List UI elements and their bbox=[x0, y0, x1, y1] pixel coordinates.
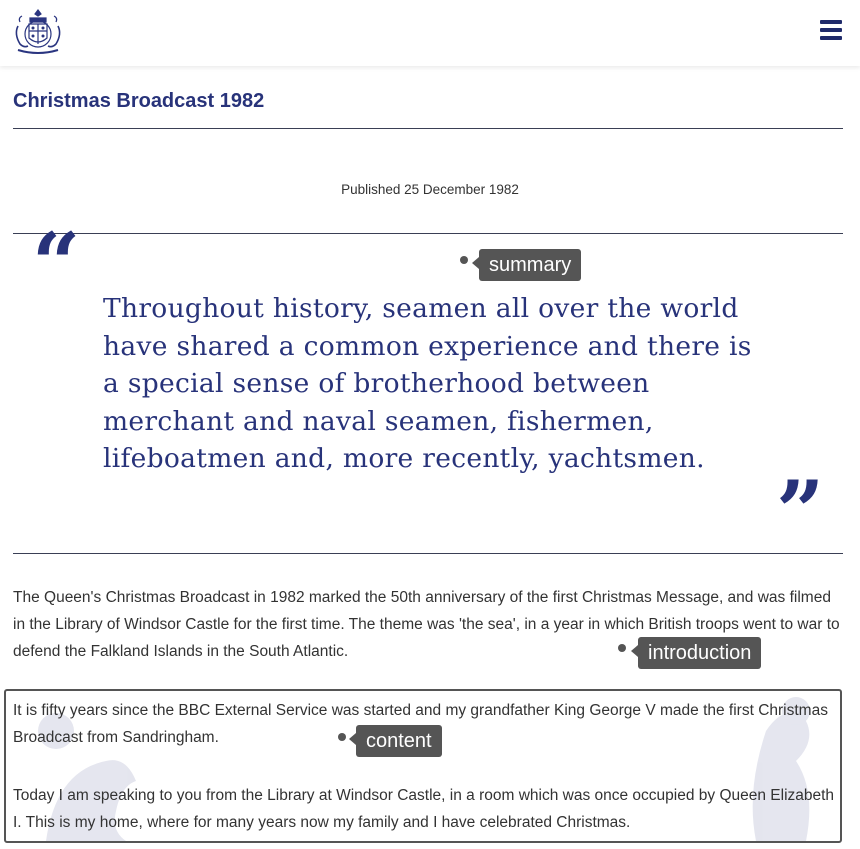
quote-top-divider bbox=[13, 233, 843, 234]
page-title: Christmas Broadcast 1982 bbox=[13, 90, 265, 112]
pull-quote: Throughout history, seamen all over the … bbox=[103, 293, 752, 475]
content-paragraph: Today I am speaking to you from the Libr… bbox=[13, 787, 835, 831]
title-divider bbox=[13, 128, 843, 129]
content-tag: content bbox=[349, 725, 442, 757]
quote-bottom-divider bbox=[13, 553, 843, 554]
royal-coat-of-arms-icon[interactable] bbox=[12, 8, 64, 56]
summary-tag-dot bbox=[460, 256, 468, 264]
hamburger-menu-icon[interactable] bbox=[820, 20, 842, 40]
content-section: It is fifty years since the BBC External… bbox=[4, 689, 842, 843]
summary-tag: summary bbox=[471, 249, 582, 281]
introduction-tag-dot bbox=[618, 644, 626, 652]
published-date: Published 25 December 1982 bbox=[341, 182, 519, 197]
content-tag-dot bbox=[338, 733, 346, 741]
introduction-tag: introduction bbox=[630, 637, 762, 669]
close-quote-icon: ” bbox=[776, 462, 825, 561]
site-header bbox=[0, 0, 860, 66]
open-quote-icon: “ bbox=[32, 214, 81, 313]
